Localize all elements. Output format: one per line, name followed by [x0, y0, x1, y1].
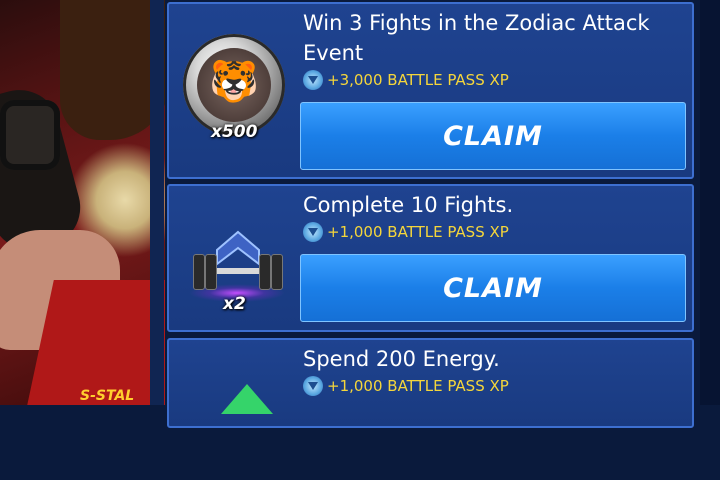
dumbbell-plate — [205, 254, 217, 290]
task-xp-label: +3,000 BATTLE PASS XP — [327, 71, 509, 89]
task-title: Spend 200 Energy. — [303, 347, 500, 371]
reward: 🐯 x500 — [181, 30, 287, 170]
task-xp: +1,000 BATTLE PASS XP — [303, 376, 509, 396]
task-xp: +1,000 BATTLE PASS XP — [303, 222, 509, 242]
claim-button[interactable]: CLAIM — [300, 102, 686, 170]
reward-quantity: x2 — [223, 294, 246, 314]
battle-pass-xp-icon — [303, 376, 323, 396]
dumbbell-plate — [259, 254, 271, 290]
badge-inner: 🐯 — [197, 48, 271, 122]
task-card: x2 Complete 10 Fights. +1,000 BATTLE PAS… — [167, 184, 694, 332]
battle-pass-xp-icon — [303, 70, 323, 90]
reward-quantity: x500 — [211, 122, 258, 142]
rank-chevron-icon — [216, 230, 260, 267]
task-xp: +3,000 BATTLE PASS XP — [303, 70, 509, 90]
claim-button[interactable]: CLAIM — [300, 254, 686, 322]
reward — [181, 340, 287, 480]
reward: x2 — [181, 190, 287, 330]
task-card: Spend 200 Energy. +1,000 BATTLE PASS XP — [167, 338, 694, 428]
battle-pass-xp-icon — [303, 222, 323, 242]
task-title: Win 3 Fights in the Zodiac Attack Event — [303, 11, 650, 65]
glove-icon — [0, 100, 60, 170]
task-xp-label: +1,000 BATTLE PASS XP — [327, 377, 509, 395]
task-title: Complete 10 Fights. — [303, 193, 514, 217]
character-art: S-STAL — [0, 0, 165, 405]
tiger-badge-icon: 🐯 — [183, 34, 285, 136]
right-edge — [700, 0, 720, 405]
green-gem-icon — [221, 384, 273, 414]
tiger-icon: 🐯 — [209, 59, 259, 105]
task-card: 🐯 x500 Win 3 Fights in the Zodiac Attack… — [167, 2, 694, 179]
dumbbell-plate — [193, 254, 205, 290]
scroll-track[interactable] — [150, 0, 164, 405]
art-overlay-text: S-STAL — [80, 388, 135, 404]
dumbbell-plate — [271, 254, 283, 290]
task-xp-label: +1,000 BATTLE PASS XP — [327, 223, 509, 241]
task-list: 🐯 x500 Win 3 Fights in the Zodiac Attack… — [165, 0, 698, 428]
